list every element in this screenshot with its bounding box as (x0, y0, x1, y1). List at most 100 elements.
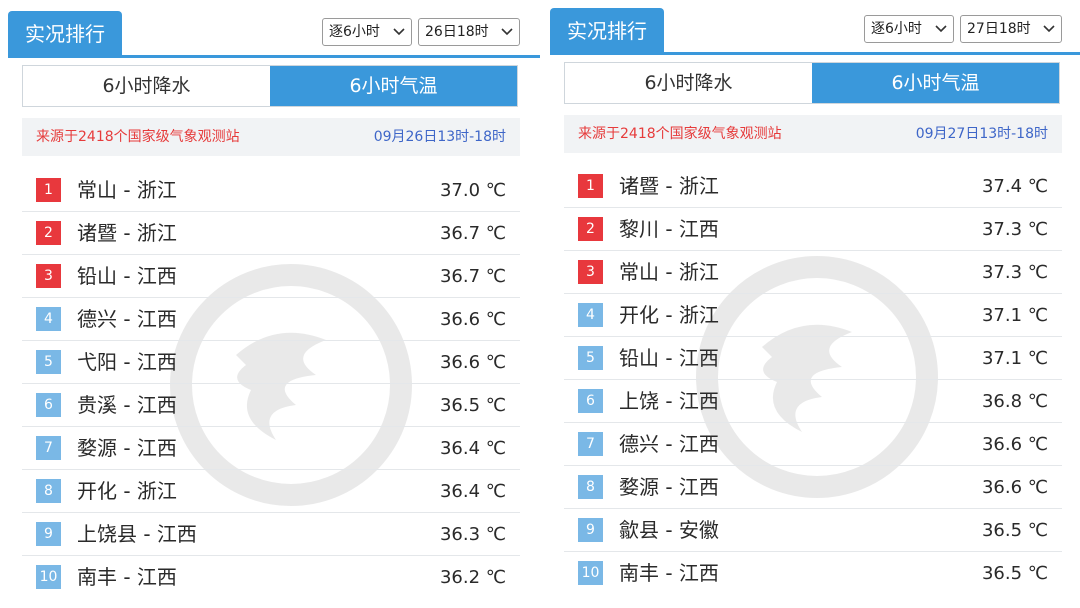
rank-badge: 1 (36, 178, 61, 202)
station-name: 诸暨 - 浙江 (619, 174, 719, 198)
list-item: 2 诸暨 - 浙江 36.7 ℃ (22, 212, 520, 255)
station-name: 德兴 - 江西 (619, 432, 719, 456)
temperature-value: 37.1 ℃ (981, 348, 1048, 369)
station-name: 上饶县 - 江西 (77, 522, 197, 546)
temperature-value: 37.3 ℃ (981, 219, 1048, 240)
tab-temperature[interactable]: 6小时气温 (270, 66, 517, 106)
rank-badge: 2 (36, 221, 61, 245)
station-name: 常山 - 浙江 (77, 178, 177, 202)
rank-badge: 10 (36, 565, 61, 589)
source-bar: 来源于2418个国家级气象观测站 09月27日13时-18时 (564, 115, 1062, 153)
list-item: 10 南丰 - 江西 36.5 ℃ (564, 552, 1062, 595)
temperature-value: 36.7 ℃ (439, 223, 506, 244)
time-select-value: 26日18时 (425, 24, 489, 40)
list-item: 8 婺源 - 江西 36.6 ℃ (564, 466, 1062, 509)
rank-badge: 6 (578, 389, 603, 413)
time-select[interactable]: 26日18时 (418, 18, 520, 46)
station-name: 开化 - 浙江 (619, 303, 719, 327)
station-name: 上饶 - 江西 (619, 389, 719, 413)
station-name: 贵溪 - 江西 (77, 393, 177, 417)
rank-badge: 3 (578, 260, 603, 284)
source-text: 来源于2418个国家级气象观测站 (36, 129, 240, 145)
list-item: 6 贵溪 - 江西 36.5 ℃ (22, 384, 520, 427)
list-item: 7 德兴 - 江西 36.6 ℃ (564, 423, 1062, 466)
source-bar: 来源于2418个国家级气象观测站 09月26日13时-18时 (22, 118, 520, 156)
chevron-down-icon (935, 25, 947, 33)
temperature-value: 37.3 ℃ (981, 262, 1048, 283)
temperature-value: 36.6 ℃ (439, 309, 506, 330)
tab-precipitation[interactable]: 6小时降水 (565, 63, 812, 103)
list-item: 8 开化 - 浙江 36.4 ℃ (22, 470, 520, 513)
station-name: 常山 - 浙江 (619, 260, 719, 284)
time-select[interactable]: 27日18时 (960, 15, 1062, 43)
station-name: 南丰 - 江西 (77, 565, 177, 589)
rank-badge: 8 (36, 479, 61, 503)
metric-tabs: 6小时降水 6小时气温 (564, 62, 1060, 104)
metric-tabs: 6小时降水 6小时气温 (22, 65, 518, 107)
period-text: 09月27日13时-18时 (915, 126, 1048, 142)
list-item: 5 弋阳 - 江西 36.6 ℃ (22, 341, 520, 384)
temperature-value: 36.6 ℃ (981, 434, 1048, 455)
rank-badge: 8 (578, 475, 603, 499)
list-item: 3 常山 - 浙江 37.3 ℃ (564, 251, 1062, 294)
rank-badge: 7 (36, 436, 61, 460)
temperature-value: 36.4 ℃ (439, 438, 506, 459)
temperature-value: 36.8 ℃ (981, 391, 1048, 412)
rank-badge: 9 (578, 518, 603, 542)
temperature-value: 36.6 ℃ (439, 352, 506, 373)
list-item: 4 开化 - 浙江 37.1 ℃ (564, 294, 1062, 337)
temperature-value: 36.5 ℃ (981, 520, 1048, 541)
rank-badge: 6 (36, 393, 61, 417)
rank-badge: 2 (578, 217, 603, 241)
ranking-list: 1 诸暨 - 浙江 37.4 ℃ 2 黎川 - 江西 37.3 ℃ 3 常山 -… (564, 165, 1062, 595)
station-name: 铅山 - 江西 (77, 264, 177, 288)
temperature-value: 37.4 ℃ (981, 176, 1048, 197)
temperature-value: 36.4 ℃ (439, 481, 506, 502)
rank-badge: 7 (578, 432, 603, 456)
interval-select-value: 逐6小时 (871, 21, 922, 37)
list-item: 3 铅山 - 江西 36.7 ℃ (22, 255, 520, 298)
tab-temperature[interactable]: 6小时气温 (812, 63, 1059, 103)
chevron-down-icon (1043, 25, 1055, 33)
list-item: 2 黎川 - 江西 37.3 ℃ (564, 208, 1062, 251)
rank-badge: 5 (578, 346, 603, 370)
temperature-value: 36.3 ℃ (439, 524, 506, 545)
list-item: 7 婺源 - 江西 36.4 ℃ (22, 427, 520, 470)
station-name: 婺源 - 江西 (77, 436, 177, 460)
list-item: 6 上饶 - 江西 36.8 ℃ (564, 380, 1062, 423)
temperature-value: 36.5 ℃ (439, 395, 506, 416)
time-select-value: 27日18时 (967, 21, 1031, 37)
temperature-value: 36.5 ℃ (981, 563, 1048, 584)
interval-select[interactable]: 逐6小时 (322, 18, 412, 46)
ranking-list: 1 常山 - 浙江 37.0 ℃ 2 诸暨 - 浙江 36.7 ℃ 3 铅山 -… (22, 169, 520, 599)
temperature-value: 36.2 ℃ (439, 567, 506, 588)
tab-precipitation[interactable]: 6小时降水 (23, 66, 270, 106)
temperature-value: 36.7 ℃ (439, 266, 506, 287)
rank-badge: 5 (36, 350, 61, 374)
list-item: 4 德兴 - 江西 36.6 ℃ (22, 298, 520, 341)
station-name: 婺源 - 江西 (619, 475, 719, 499)
rank-badge: 1 (578, 174, 603, 198)
list-item: 9 上饶县 - 江西 36.3 ℃ (22, 513, 520, 556)
station-name: 黎川 - 江西 (619, 217, 719, 241)
list-item: 1 诸暨 - 浙江 37.4 ℃ (564, 165, 1062, 208)
station-name: 弋阳 - 江西 (77, 350, 177, 374)
temperature-value: 36.6 ℃ (981, 477, 1048, 498)
list-item: 1 常山 - 浙江 37.0 ℃ (22, 169, 520, 212)
period-text: 09月26日13时-18时 (373, 129, 506, 145)
rank-badge: 3 (36, 264, 61, 288)
station-name: 诸暨 - 浙江 (77, 221, 177, 245)
panel-title: 实况排行 (8, 11, 122, 58)
station-name: 铅山 - 江西 (619, 346, 719, 370)
station-name: 歙县 - 安徽 (619, 518, 719, 542)
source-text: 来源于2418个国家级气象观测站 (578, 126, 782, 142)
panel-header: 实况排行 逐6小时 27日18时 (550, 0, 1080, 55)
temperature-value: 37.0 ℃ (439, 180, 506, 201)
chevron-down-icon (501, 28, 513, 36)
panel-title: 实况排行 (550, 8, 664, 55)
temperature-value: 37.1 ℃ (981, 305, 1048, 326)
rank-badge: 4 (578, 303, 603, 327)
ranking-panel-right: 实况排行 逐6小时 27日18时 6小时降水 6小时气温 来源于2418个国家级… (550, 0, 1080, 604)
station-name: 南丰 - 江西 (619, 561, 719, 585)
interval-select[interactable]: 逐6小时 (864, 15, 954, 43)
